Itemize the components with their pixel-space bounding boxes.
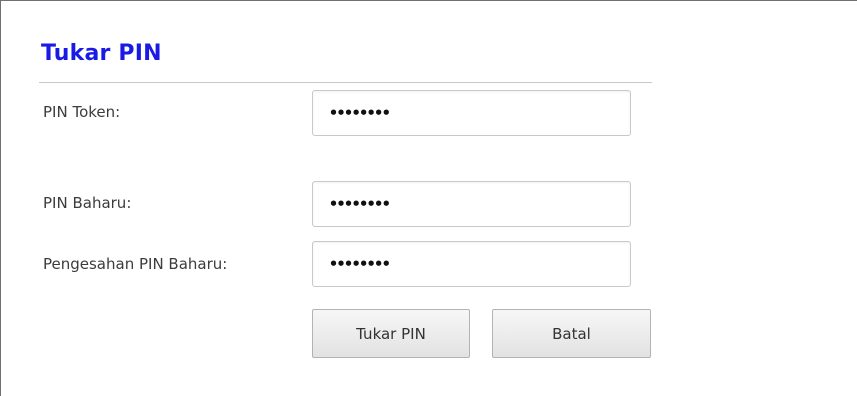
- cancel-button[interactable]: Batal: [492, 309, 651, 358]
- change-pin-button[interactable]: Tukar PIN: [312, 309, 470, 358]
- change-pin-panel: Tukar PIN PIN Token: •••••••• PIN Baharu…: [0, 0, 857, 396]
- pin-token-input[interactable]: ••••••••: [312, 90, 631, 136]
- page-title: Tukar PIN: [41, 41, 162, 66]
- new-pin-input[interactable]: ••••••••: [312, 181, 631, 227]
- new-pin-label: PIN Baharu:: [43, 194, 132, 212]
- confirm-new-pin-label: Pengesahan PIN Baharu:: [43, 255, 228, 273]
- pin-token-label: PIN Token:: [43, 103, 121, 121]
- confirm-new-pin-input[interactable]: ••••••••: [312, 241, 631, 287]
- title-divider: [39, 82, 652, 83]
